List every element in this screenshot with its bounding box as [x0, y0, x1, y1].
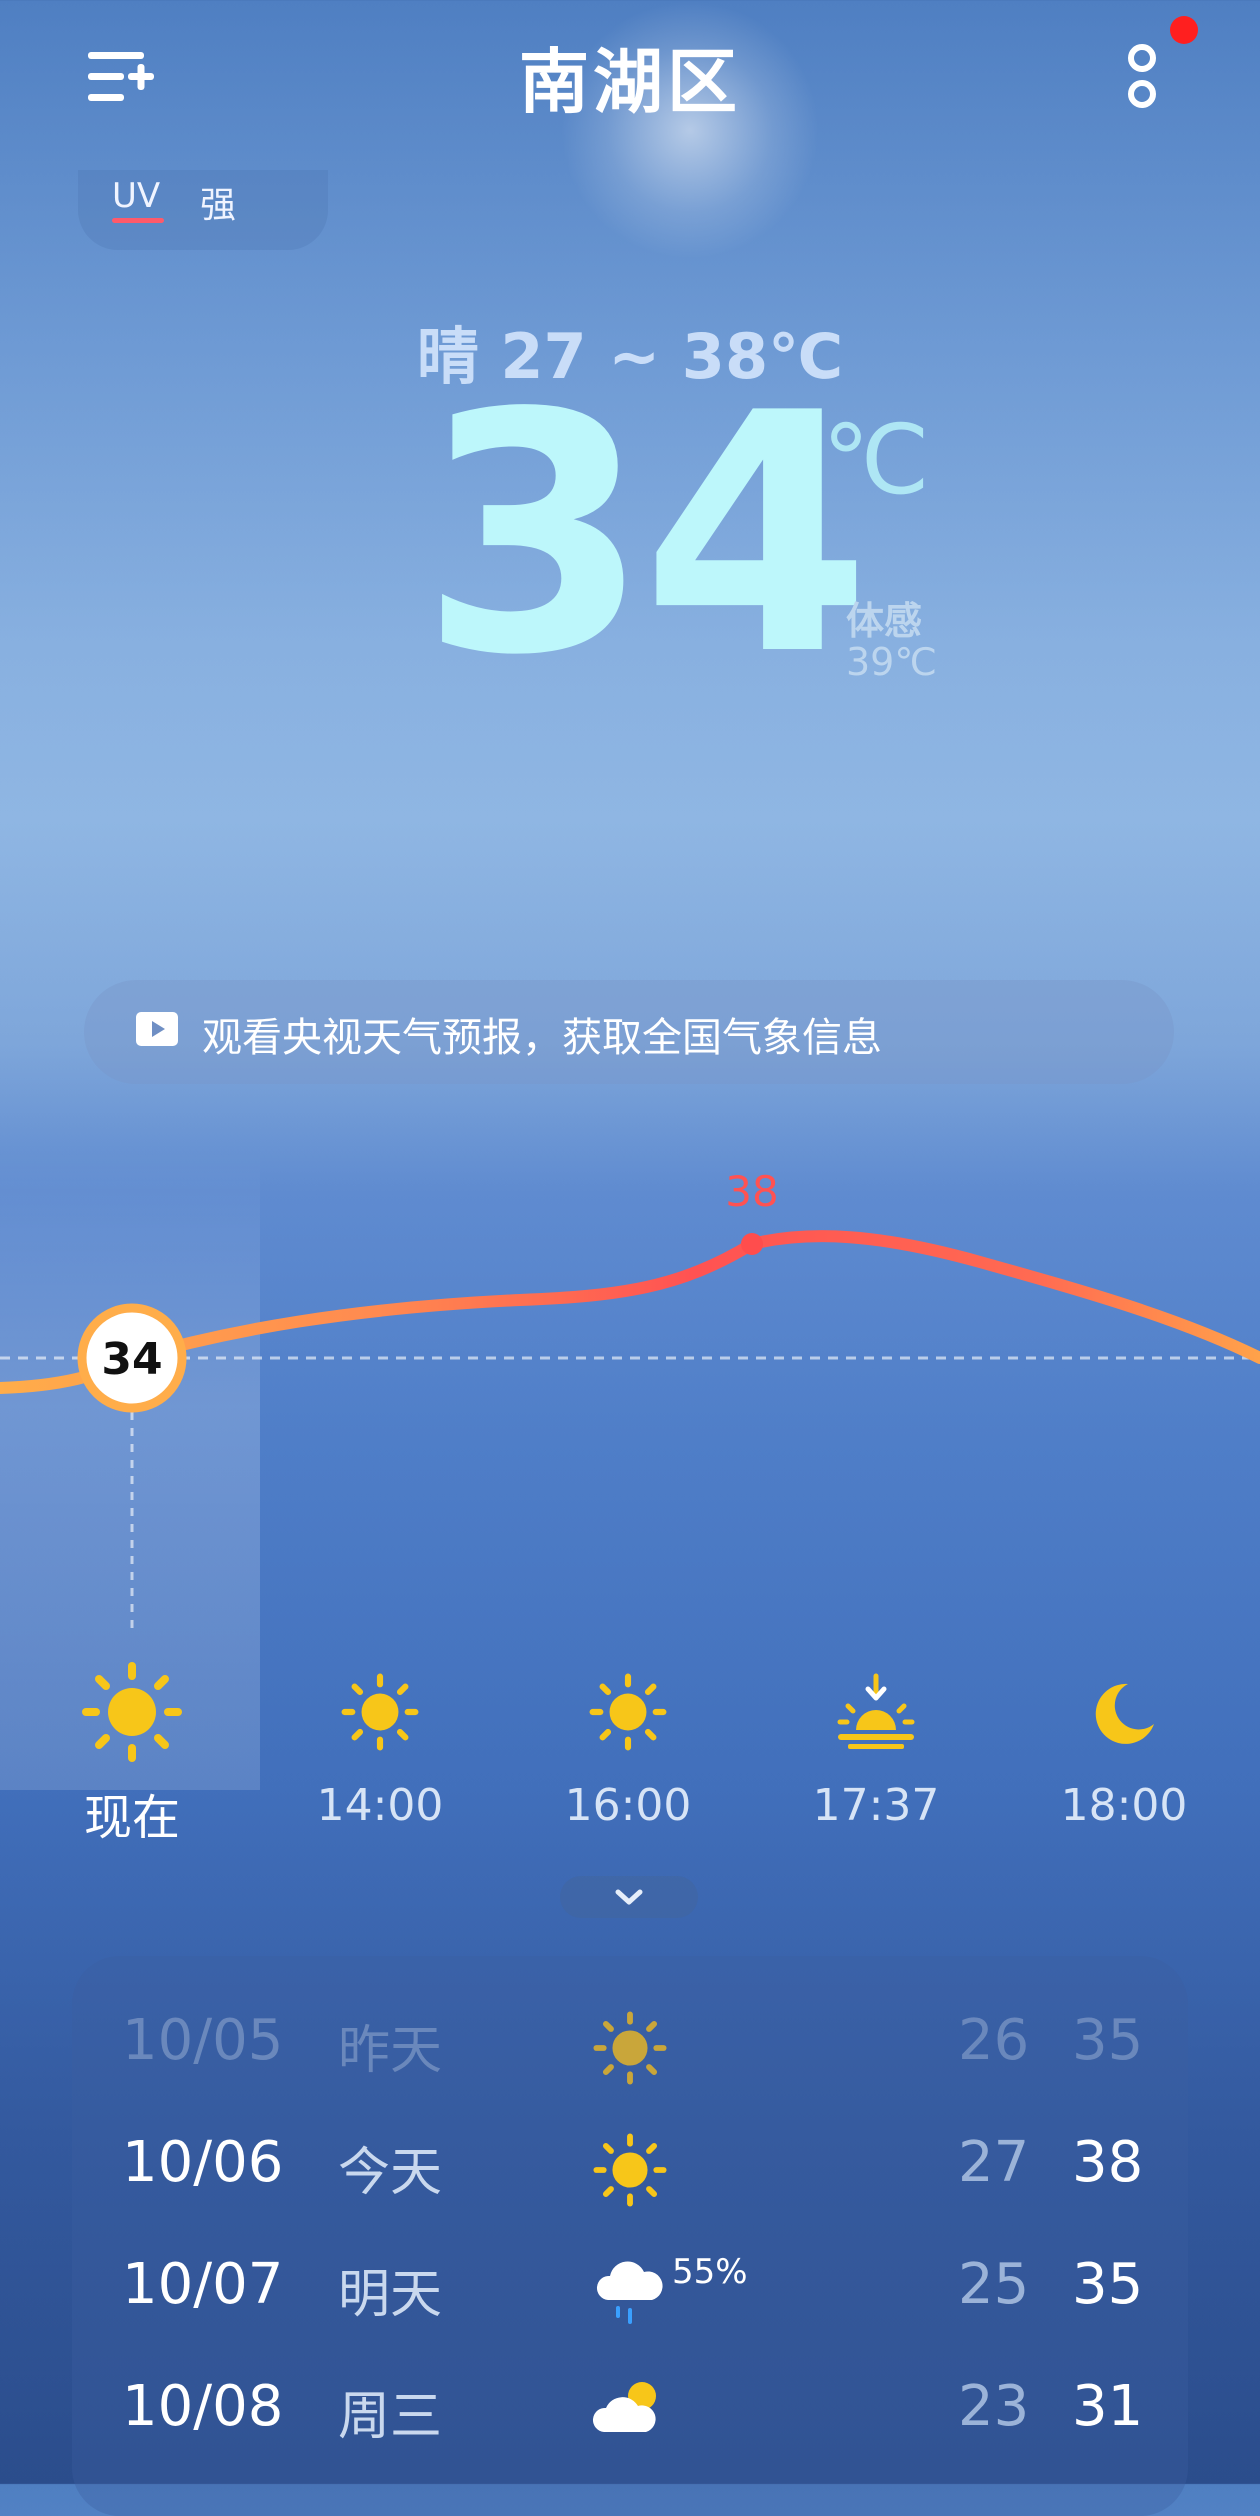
hourly-label-1600: 16:00	[564, 1780, 692, 1831]
temperature-curve	[0, 1230, 1260, 1394]
peak-point	[741, 1233, 763, 1255]
sun-icon	[341, 1673, 419, 1751]
sunset-icon	[837, 1673, 915, 1749]
sun-icon	[589, 1673, 667, 1751]
feels-like-label: 体感	[846, 599, 923, 643]
current-temperature: 34	[420, 343, 871, 727]
rain-cloud-icon	[596, 2261, 663, 2324]
daily-high: 35	[1072, 2008, 1144, 2073]
notification-dot	[1170, 16, 1198, 44]
hourly-item-1800[interactable]	[1024, 1672, 1224, 1752]
hourly-item-now[interactable]	[32, 1660, 232, 1764]
hourly-label-1800: 18:00	[1060, 1780, 1188, 1831]
partly-cloudy-icon	[592, 2382, 656, 2432]
daily-row[interactable]: 10/05 昨天 26 35	[72, 1988, 1188, 2108]
uv-label: UV	[112, 176, 161, 216]
play-video-icon	[136, 1012, 178, 1046]
sun-icon	[593, 2133, 667, 2207]
hourly-label-sunset: 17:37	[812, 1780, 940, 1831]
daily-high: 31	[1072, 2374, 1144, 2439]
hourly-label-1400: 14:00	[316, 1780, 444, 1831]
daily-low: 27	[958, 2130, 1030, 2195]
daily-date: 10/05	[122, 2008, 284, 2073]
daily-high: 38	[1072, 2130, 1144, 2195]
feels-like-value: 39℃	[846, 640, 938, 684]
daily-date: 10/07	[122, 2252, 284, 2317]
more-dots-icon[interactable]	[1120, 38, 1164, 114]
daily-low: 23	[958, 2374, 1030, 2439]
sun-icon	[82, 1662, 182, 1762]
uv-indicator-bar	[112, 218, 164, 223]
daily-day: 昨天	[338, 2021, 443, 2081]
daily-date: 10/06	[122, 2130, 284, 2195]
daily-day: 周三	[338, 2387, 443, 2447]
current-point-label: 34	[101, 1334, 162, 1385]
moon-icon	[1095, 1683, 1154, 1744]
daily-high: 35	[1072, 2252, 1144, 2317]
daily-day: 明天	[338, 2265, 443, 2325]
daily-low: 25	[958, 2252, 1030, 2317]
hourly-label-now: 现在	[83, 1790, 180, 1846]
daily-row[interactable]: 10/06 今天 27 38	[72, 2110, 1188, 2230]
uv-value: 强	[200, 185, 237, 226]
hourly-item-1600[interactable]	[528, 1672, 728, 1752]
expand-hourly-button[interactable]	[560, 1876, 698, 1918]
daily-row[interactable]: 10/07 明天 55% 25 35	[72, 2232, 1188, 2352]
precipitation-chance: 55%	[672, 2252, 748, 2292]
chevron-down-icon	[615, 1889, 643, 1905]
hourly-item-1400[interactable]	[280, 1672, 480, 1752]
daily-low: 26	[958, 2008, 1030, 2073]
daily-day: 今天	[338, 2143, 443, 2203]
temperature-unit: ℃	[822, 404, 930, 516]
peak-label: 38	[725, 1167, 778, 1216]
daily-date: 10/08	[122, 2374, 284, 2439]
hourly-temperature-chart: 38 34	[0, 1167, 1260, 1632]
banner-text: 观看央视天气预报，获取全国气象信息	[202, 1015, 882, 1061]
sun-icon	[593, 2011, 667, 2085]
hourly-item-sunset[interactable]	[776, 1672, 976, 1752]
daily-row[interactable]: 10/08 周三 23 31	[72, 2354, 1188, 2474]
location-title: 南湖区	[519, 41, 741, 123]
